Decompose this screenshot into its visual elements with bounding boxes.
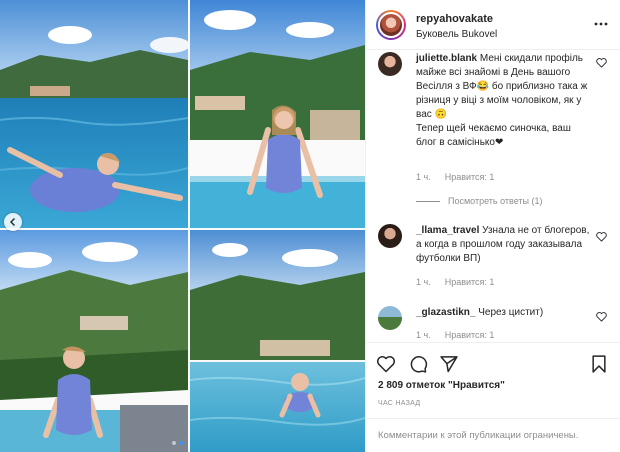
comment-likes[interactable]: Нравится: 1 (445, 277, 495, 287)
share-icon[interactable] (439, 354, 459, 374)
post-timestamp[interactable]: ЧАС НАЗАД (378, 400, 420, 407)
heart-icon[interactable] (596, 232, 607, 242)
likes-count[interactable]: 2 809 отметок "Нравится" (378, 380, 505, 391)
comment-time[interactable]: 1 ч. (416, 172, 431, 182)
photo-pool-sitting (190, 0, 365, 228)
author-username[interactable]: repyahovakate (416, 13, 493, 25)
comment-icon[interactable] (408, 354, 428, 374)
action-bar (366, 342, 620, 382)
chevron-left-icon (10, 218, 15, 226)
comments-list: juliette.blank Мені скидали профіль майж… (366, 50, 620, 342)
photo-pool-floating (0, 0, 188, 228)
photo-pool-edge (0, 230, 188, 452)
comment-author[interactable]: juliette.blank (416, 53, 477, 64)
comment-likes[interactable]: Нравится: 1 (445, 172, 495, 182)
comment-time[interactable]: 1 ч. (416, 330, 431, 340)
comment-meta: 1 ч. Нравится: 1 (416, 172, 494, 182)
heart-icon[interactable] (596, 312, 607, 322)
author-avatar[interactable] (376, 10, 406, 40)
comments-disabled-notice: Комментарии к этой публикации ограничены… (366, 418, 620, 452)
bookmark-icon[interactable] (589, 354, 609, 374)
more-icon[interactable] (593, 18, 609, 30)
comment-meta: 1 ч. Нравится: 1 (416, 277, 494, 287)
comment-author[interactable]: _llama_travel (416, 225, 479, 236)
post-header: repyahovakate Буковель Bukovel (366, 0, 620, 50)
heart-icon[interactable] (596, 58, 607, 68)
carousel-dot (172, 441, 176, 445)
view-replies-button[interactable]: Посмотреть ответы (1) (416, 196, 543, 206)
commenter-avatar[interactable] (378, 224, 402, 248)
comment-text: juliette.blank Мені скидали профіль майж… (416, 53, 588, 148)
comment-text: _glazastikn_ Через цистит) (416, 307, 544, 318)
carousel-prev-button[interactable] (4, 213, 22, 231)
comment-time[interactable]: 1 ч. (416, 277, 431, 287)
comment-text: _llama_travel Узнала не от блогеров, а к… (416, 225, 590, 264)
post-media-carousel[interactable] (0, 0, 365, 452)
comment-likes[interactable]: Нравится: 1 (445, 330, 495, 340)
carousel-indicator (172, 441, 183, 445)
comment-meta: 1 ч. Нравится: 1 (416, 330, 494, 340)
post-sidebar: repyahovakate Буковель Bukovel juliette.… (365, 0, 620, 452)
commenter-avatar[interactable] (378, 52, 402, 76)
post-location[interactable]: Буковель Bukovel (416, 29, 497, 40)
heart-icon[interactable] (376, 354, 396, 374)
comment-author[interactable]: _glazastikn_ (416, 307, 475, 318)
photo-pool-swimming (190, 230, 365, 452)
carousel-dot-active (179, 441, 183, 445)
commenter-avatar[interactable] (378, 306, 402, 330)
